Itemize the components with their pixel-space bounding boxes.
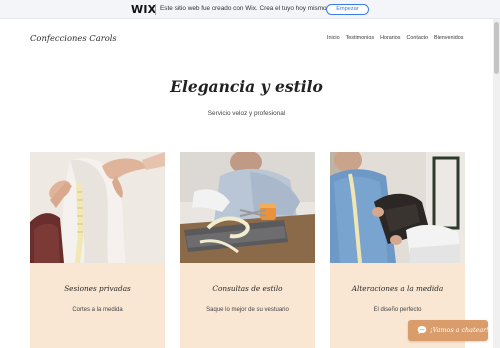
nav-item-bienvenidos[interactable]: Bienvenidos — [434, 35, 463, 41]
service-description: Saque lo mejor de su vestuario — [206, 307, 289, 313]
site-title[interactable]: Confecciones Carols — [30, 33, 117, 43]
service-card-private-sessions[interactable]: Sesiones privadas Cortes a la medida — [30, 263, 165, 348]
chat-bubble-icon — [417, 326, 427, 334]
nav-item-horarios[interactable]: Horarios — [380, 35, 400, 41]
main-nav: Inicio Testimonios Horarios Contacto Bie… — [327, 35, 463, 41]
wix-banner-message: Este sitio web fue creado con Wix. Crea … — [160, 5, 329, 12]
hero-subtitle: Servicio veloz y profesional — [207, 110, 286, 117]
nav-item-testimonios[interactable]: Testimonios — [346, 35, 374, 41]
service-image-private-sessions — [30, 152, 165, 263]
scrollbar-thumb[interactable] — [494, 22, 499, 74]
chat-button-label: ¡Vamos a chatear! — [430, 326, 489, 334]
chat-button[interactable]: ¡Vamos a chatear! — [408, 320, 489, 341]
service-description: El diseño perfecto — [373, 307, 422, 313]
service-title: Alteraciones a la medida — [351, 284, 444, 293]
banner-divider — [155, 4, 156, 15]
start-button[interactable]: Empezar — [326, 4, 369, 15]
nav-item-inicio[interactable]: Inicio — [327, 35, 340, 41]
wix-banner: WIX Este sitio web fue creado con Wix. C… — [0, 0, 500, 19]
wix-logo[interactable]: WIX — [131, 3, 156, 16]
hero-title: Elegancia y estilo — [170, 77, 323, 96]
service-card-style-consultations[interactable]: Consultas de estilo Saque lo mejor de su… — [180, 263, 315, 348]
service-description: Cortes a la medida — [72, 307, 123, 313]
service-image-style-consultations — [180, 152, 315, 263]
service-title: Sesiones privadas — [64, 284, 131, 293]
nav-item-contacto[interactable]: Contacto — [406, 35, 428, 41]
service-image-tailored-alterations — [330, 152, 465, 263]
service-title: Consultas de estilo — [212, 284, 283, 293]
